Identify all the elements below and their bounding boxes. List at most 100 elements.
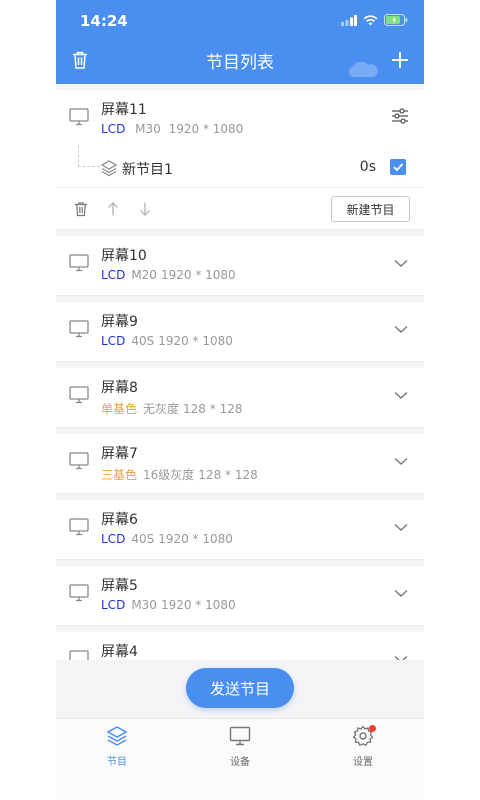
screen-resolution: 1920 * 1080 (160, 598, 236, 612)
send-program-button[interactable]: 发送节目 (186, 668, 294, 708)
screen-model: M30 (135, 122, 161, 136)
new-program-button[interactable]: 新建节目 (331, 196, 410, 222)
screen-resolution: 1920 * 1080 (158, 334, 233, 348)
program-actions: 新建节目 (56, 187, 424, 229)
screen-row[interactable]: 屏幕4LCDM201920 * 1080 (56, 632, 424, 660)
monitor-icon (69, 386, 89, 404)
chevron-down-icon[interactable] (392, 650, 410, 660)
screen-meta: LCD M20 1920 * 1080 (101, 268, 236, 282)
battery-icon (384, 14, 408, 26)
screen-card[interactable]: 屏幕9 LCD 40S 1920 * 1080 (56, 302, 424, 362)
screen-resolution: 128 * 128 (198, 468, 258, 482)
chevron-down-icon[interactable] (392, 584, 410, 602)
screen-kind: LCD (101, 334, 126, 348)
arrow-down-icon[interactable] (136, 200, 154, 218)
screen-card[interactable]: 屏幕6 LCD 40S 1920 * 1080 (56, 500, 424, 560)
screen-card[interactable]: 屏幕10 LCD M20 1920 * 1080 (56, 236, 424, 296)
screen-kind: LCD (101, 598, 126, 612)
screen-row[interactable]: 屏幕6 LCD 40S 1920 * 1080 (56, 500, 424, 559)
screen-card[interactable]: 屏幕5 LCD M30 1920 * 1080 (56, 566, 424, 626)
screen-row[interactable]: 屏幕8 单基色 无灰度 128 * 128 (56, 368, 424, 427)
tab-label: 设置 (353, 757, 373, 768)
tree-connector (78, 145, 100, 167)
screen-model: 16级灰度 (143, 468, 195, 482)
wifi-icon (363, 14, 378, 25)
arrow-up-icon[interactable] (104, 200, 122, 218)
screen-resolution: 1920 * 1080 (158, 532, 233, 546)
monitor-icon (69, 584, 89, 602)
screen-card[interactable]: 屏幕7 三基色 16级灰度 128 * 128 (56, 434, 424, 494)
screen-row[interactable]: 屏幕10 LCD M20 1920 * 1080 (56, 236, 424, 295)
chevron-down-icon[interactable] (392, 452, 410, 470)
add-button[interactable] (386, 46, 414, 74)
monitor-icon (69, 518, 89, 536)
screen-resolution: 128 * 128 (183, 402, 243, 416)
signal-icon (341, 14, 357, 26)
monitor-icon (69, 452, 89, 470)
program-name: 新节目1 (122, 162, 173, 178)
program-row[interactable]: 新节目1 0s (56, 145, 424, 187)
screen-card-expanded: 屏幕11 LCD M30 1920 * 1080 新节目1 0s 新建节目 (56, 90, 424, 230)
status-time: 14:24 (80, 12, 128, 30)
screen-meta: 单基色 无灰度 128 * 128 (101, 400, 242, 417)
monitor-icon (69, 320, 89, 338)
screen-name: 屏幕5 (101, 578, 138, 594)
screen-meta: LCD M30 1920 * 1080 (101, 122, 243, 136)
chevron-down-icon[interactable] (392, 386, 410, 404)
screen-name: 屏幕6 (101, 512, 138, 528)
app-header: 14:24 节目列表 (56, 0, 424, 84)
layers-icon (106, 726, 128, 746)
screen-list: 屏幕11 LCD M30 1920 * 1080 新节目1 0s 新建节目 屏幕… (56, 90, 424, 660)
notification-badge (369, 725, 376, 732)
plus-icon (392, 52, 408, 68)
screen-name: 屏幕11 (101, 102, 147, 118)
screen-model: M20 (131, 268, 157, 282)
screen-card[interactable]: 屏幕8 单基色 无灰度 128 * 128 (56, 368, 424, 428)
chevron-down-icon[interactable] (392, 518, 410, 536)
screen-meta: 三基色 16级灰度 128 * 128 (101, 466, 258, 483)
screen-kind: LCD (101, 532, 126, 546)
screen-row[interactable]: 屏幕9 LCD 40S 1920 * 1080 (56, 302, 424, 361)
trash-icon[interactable] (72, 200, 90, 218)
collapsed-screens: 屏幕10 LCD M20 1920 * 1080 屏幕9 LCD 40S 1920 * 108… (56, 236, 424, 660)
cloud-decoration-icon (349, 62, 378, 77)
screen-meta: LCD M30 1920 * 1080 (101, 598, 236, 612)
screen-model: 40S (131, 334, 155, 348)
screen-row[interactable]: 屏幕7 三基色 16级灰度 128 * 128 (56, 434, 424, 493)
screen-resolution: 1920 * 1080 (168, 122, 244, 136)
monitor-icon (69, 650, 89, 660)
screen-row[interactable]: 屏幕5 LCD M30 1920 * 1080 (56, 566, 424, 625)
status-icons (341, 14, 408, 26)
screen-name: 屏幕10 (101, 248, 147, 264)
monitor-icon (229, 726, 251, 746)
tab-programs[interactable]: 节目 (77, 725, 157, 775)
screen-name: 屏幕9 (101, 314, 138, 330)
tab-devices[interactable]: 设备 (200, 725, 280, 775)
sliders-icon[interactable] (390, 106, 410, 126)
screen-card[interactable]: 屏幕4LCDM201920 * 1080 (56, 632, 424, 660)
screen-kind: LCD (101, 268, 126, 282)
screen-kind: 三基色 (101, 468, 138, 482)
program-duration: 0s (359, 159, 376, 175)
screen-name: 屏幕8 (101, 380, 138, 396)
screen-meta: LCD 40S 1920 * 1080 (101, 334, 233, 348)
screen-name: 屏幕7 (101, 446, 138, 462)
monitor-icon (69, 108, 89, 126)
screen-model: 无灰度 (143, 402, 180, 416)
tab-bar: 节目 设备 设置 (56, 718, 424, 800)
program-checkbox[interactable] (390, 159, 406, 175)
tab-label: 设备 (230, 757, 250, 768)
title-bar: 节目列表 (56, 44, 424, 84)
tab-label: 节目 (107, 757, 127, 768)
check-icon (393, 163, 404, 172)
screen-meta: LCD 40S 1920 * 1080 (101, 532, 233, 546)
screen-resolution: 1920 * 1080 (160, 268, 236, 282)
screen-model: M30 (131, 598, 157, 612)
screen-name: 屏幕4 (101, 644, 138, 660)
screen-model: 40S (131, 532, 155, 546)
chevron-down-icon[interactable] (392, 254, 410, 272)
screen-row[interactable]: 屏幕11 LCD M30 1920 * 1080 (56, 90, 424, 149)
tab-settings[interactable]: 设置 (323, 725, 403, 775)
screen-kind: LCD (101, 122, 126, 136)
chevron-down-icon[interactable] (392, 320, 410, 338)
